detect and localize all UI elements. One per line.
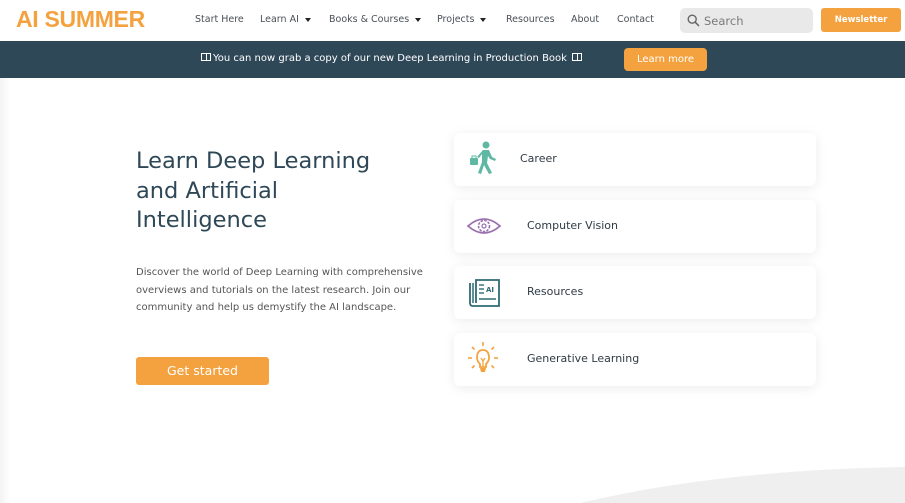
nav-label: Start Here (195, 14, 244, 25)
hero-title: Learn Deep Learning and Artificial Intel… (136, 148, 371, 233)
site-logo[interactable]: AI SUMMER (16, 6, 145, 33)
decorative-wave (580, 467, 905, 503)
banner-text: You can now grab a copy of our new Deep … (213, 53, 567, 64)
nav-label: Contact (617, 14, 654, 25)
announcement-banner: You can now grab a copy of our new Deep … (0, 41, 905, 78)
card-label: Generative Learning (527, 352, 640, 365)
nav-start-here[interactable]: Start Here (195, 14, 244, 25)
lightbulb-icon (468, 342, 498, 372)
card-resources[interactable]: AI Resources (454, 266, 816, 319)
newspaper-ai-icon: AI (469, 279, 500, 307)
nav-label: About (571, 14, 600, 25)
nav-label: Learn AI (260, 14, 299, 25)
walking-person-briefcase-icon (470, 141, 496, 174)
card-computer-vision[interactable]: Computer Vision (454, 200, 816, 253)
nav-resources[interactable]: Resources (506, 14, 555, 25)
card-label: Career (520, 152, 557, 165)
caret-down-icon (415, 17, 422, 22)
card-label: Computer Vision (527, 219, 619, 232)
svg-text:AI: AI (486, 286, 494, 294)
book-icon (201, 53, 211, 61)
caret-down-icon (480, 17, 487, 22)
eye-gear-icon (466, 218, 502, 234)
nav-books-courses[interactable]: Books & Courses (329, 14, 422, 25)
card-label: Resources (527, 285, 584, 298)
nav-label: Projects (437, 14, 475, 25)
banner-message: You can now grab a copy of our new Deep … (199, 53, 584, 64)
card-generative-learning[interactable]: Generative Learning (454, 333, 816, 386)
nav-learn-ai[interactable]: Learn AI (260, 14, 311, 25)
learn-more-button[interactable]: Learn more (624, 48, 707, 71)
newsletter-button[interactable]: Newsletter (821, 8, 901, 32)
caret-down-icon (304, 17, 311, 22)
nav-label: Books & Courses (329, 14, 410, 25)
nav-about[interactable]: About (571, 14, 599, 25)
nav-projects[interactable]: Projects (437, 14, 487, 25)
search-icon (687, 14, 700, 27)
card-career[interactable]: Career (454, 133, 816, 186)
search-input[interactable] (704, 11, 804, 30)
hero-description: Discover the world of Deep Learning with… (136, 267, 423, 313)
get-started-button[interactable]: Get started (136, 357, 269, 385)
search-box[interactable] (680, 8, 813, 33)
book-icon (572, 53, 583, 61)
site-header: AI SUMMER Start Here Learn AI Books & Co… (0, 0, 905, 41)
nav-contact[interactable]: Contact (617, 14, 654, 25)
nav-label: Resources (506, 14, 555, 25)
